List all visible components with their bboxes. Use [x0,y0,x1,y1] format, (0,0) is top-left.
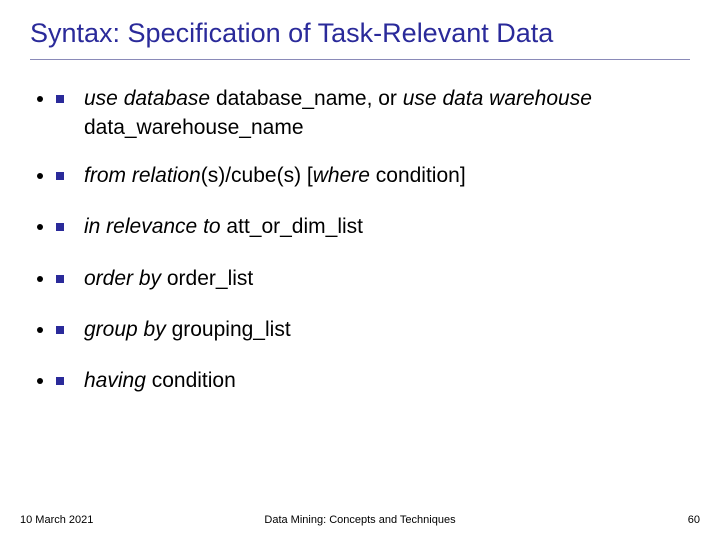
keyword: use data warehouse [403,87,592,110]
bullet-item: having condition [56,366,690,395]
text: grouping_list [166,318,291,341]
keyword: where [313,164,370,187]
bullet-item: group by grouping_list [56,315,690,344]
keyword: order by [84,267,161,290]
text: condition] [370,164,466,187]
slide: Syntax: Specification of Task-Relevant D… [0,0,720,540]
footer-center: Data Mining: Concepts and Techniques [0,514,720,526]
title-rule [30,59,690,60]
keyword: in relevance to [84,215,221,238]
text: order_list [161,267,253,290]
footer-page-number: 60 [688,514,700,526]
bullet-item: use database database_name, or use data … [56,84,690,143]
text: att_or_dim_list [221,215,363,238]
text: (s)/cube(s) [ [201,164,313,187]
bullet-item: order by order_list [56,264,690,293]
text: condition [146,369,236,392]
bullet-list: use database database_name, or use data … [30,84,690,396]
keyword: group by [84,318,166,341]
keyword: use database [84,87,210,110]
bullet-item: from relation(s)/cube(s) [where conditio… [56,161,690,190]
bullet-item: in relevance to att_or_dim_list [56,212,690,241]
text: data_warehouse_name [84,116,304,139]
slide-title: Syntax: Specification of Task-Relevant D… [30,18,690,49]
keyword: having [84,369,146,392]
text: database_name, or [210,87,403,110]
keyword: from relation [84,164,201,187]
